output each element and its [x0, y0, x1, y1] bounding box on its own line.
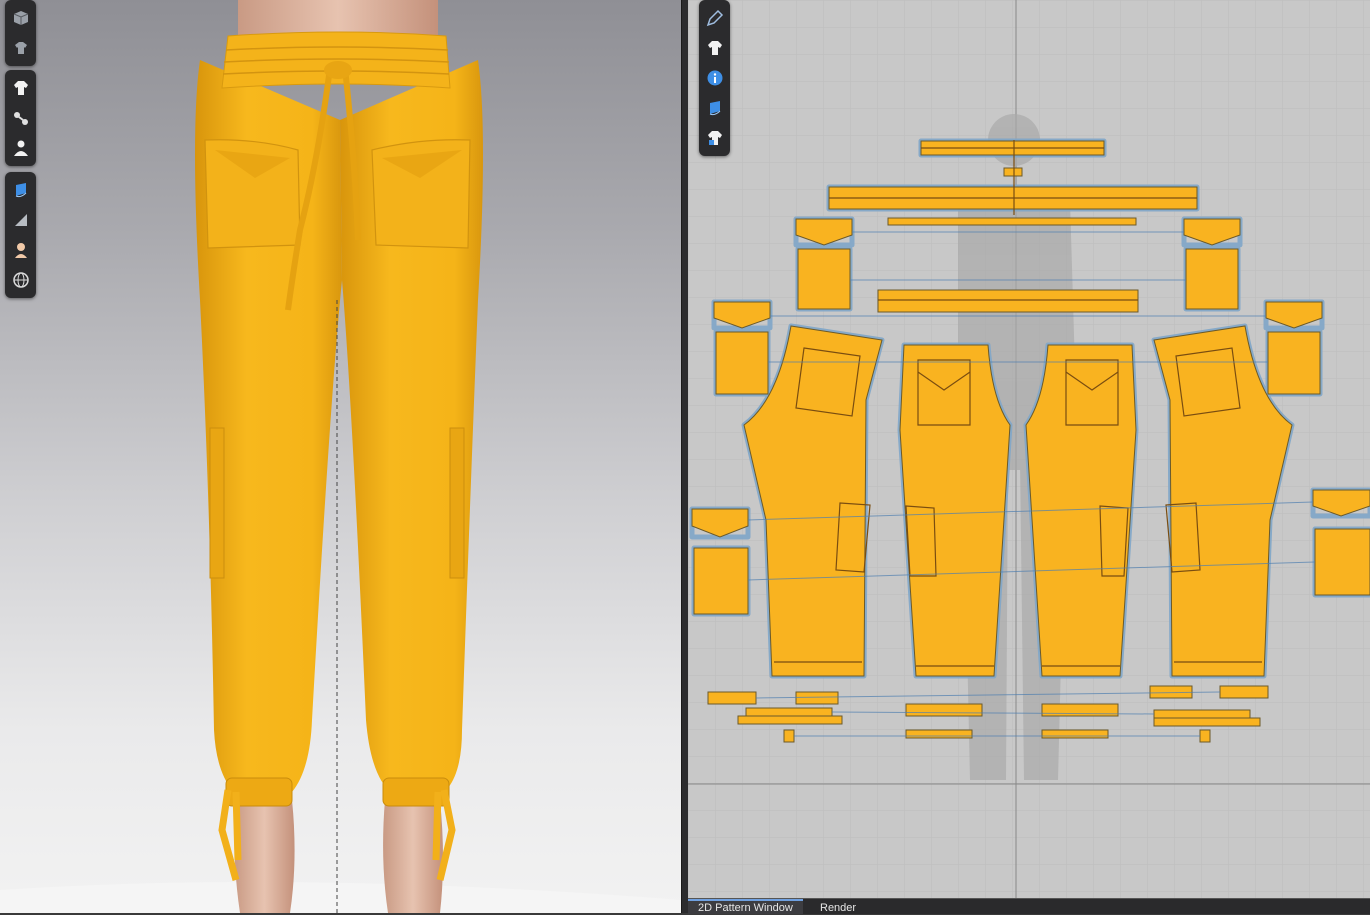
strap-piece-2[interactable] [795, 691, 839, 705]
3d-viewport[interactable] [0, 0, 681, 913]
pocket-piece-1[interactable] [797, 248, 851, 310]
shirt-icon[interactable] [699, 33, 730, 63]
drawstring-knot [324, 61, 352, 79]
left-toolbar-middle [5, 70, 36, 166]
shirt-color-icon[interactable] [699, 123, 730, 153]
avatar-garment-icon[interactable] [5, 33, 36, 63]
pen-icon[interactable] [699, 3, 730, 33]
cargo-pocket-piece-3[interactable] [693, 547, 749, 615]
avatar-icon[interactable] [5, 133, 36, 163]
skin-icon[interactable] [5, 235, 36, 265]
cuff-band-piece-2[interactable] [737, 715, 843, 725]
pattern-canvas[interactable] [688, 0, 1370, 898]
shirt-icon[interactable] [5, 73, 36, 103]
2d-pattern-window[interactable] [688, 0, 1370, 898]
floor [0, 882, 681, 913]
front-panel-left[interactable] [899, 344, 1011, 677]
strap-piece-1[interactable] [707, 691, 757, 705]
fabric-render-icon[interactable] [5, 175, 36, 205]
cargo-pocket-piece-1[interactable] [715, 331, 769, 395]
cargo-pocket-piece-4[interactable] [1314, 528, 1370, 596]
texture-icon[interactable] [5, 205, 36, 235]
3d-garment-window[interactable] [0, 0, 681, 913]
cargo-pocket-left [209, 427, 225, 579]
tie-piece[interactable] [887, 217, 1137, 226]
hem-piece-3[interactable] [905, 729, 973, 739]
left-toolbar-bottom [5, 172, 36, 298]
sewing-icon[interactable] [5, 103, 36, 133]
tab-2d-pattern-window[interactable]: 2D Pattern Window [688, 899, 803, 914]
cuff-band-piece-1[interactable] [745, 707, 833, 717]
strap-piece-4[interactable] [1219, 685, 1269, 699]
hem-piece-4[interactable] [1041, 729, 1109, 739]
info-icon[interactable] [699, 63, 730, 93]
pattern-toolbar [699, 0, 730, 156]
cargo-pocket-piece-2[interactable] [1267, 331, 1321, 395]
cube-icon[interactable] [5, 3, 36, 33]
cargo-pocket-right [449, 427, 465, 579]
globe-icon[interactable] [5, 265, 36, 295]
pocket-piece-2[interactable] [1185, 248, 1239, 310]
avatar-foot-left [234, 800, 295, 913]
avatar-torso [238, 0, 438, 36]
belt-loop-strip[interactable] [877, 289, 1139, 313]
tab-piece-1[interactable] [783, 729, 795, 743]
tab-render[interactable]: Render [810, 901, 866, 914]
cuff-band-piece-4[interactable] [1153, 717, 1261, 727]
cuff-band-piece-3[interactable] [1153, 709, 1251, 719]
left-toolbar-top [5, 0, 36, 66]
hem-piece-1[interactable] [905, 703, 983, 717]
window-tab-bar: 2D Pattern Window Render [688, 898, 1370, 914]
tab-piece-2[interactable] [1199, 729, 1211, 743]
fabric-icon[interactable] [699, 93, 730, 123]
drawstring-piece[interactable] [1003, 167, 1023, 177]
